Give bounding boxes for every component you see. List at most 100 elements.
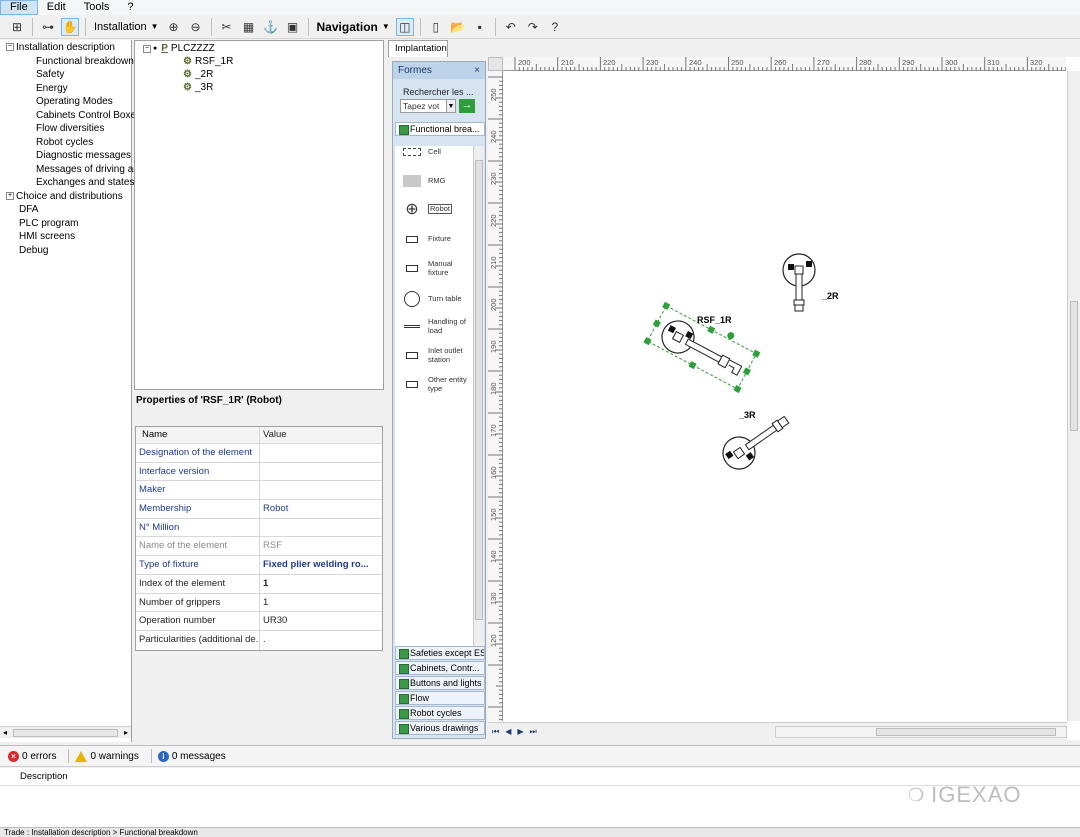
save-icon[interactable]: ▪ [471, 18, 489, 36]
column-header-value[interactable]: Value [260, 427, 382, 443]
stencil-functional-breakdown[interactable]: Functional brea... [395, 122, 485, 136]
expand-icon[interactable]: + [6, 191, 14, 200]
property-value[interactable] [260, 463, 382, 481]
first-page-icon[interactable]: ⏮ [492, 727, 499, 737]
layout-drawing[interactable]: _2R RSF_1R _3R [503, 71, 1066, 721]
tree-structure-icon[interactable]: ⊞ [8, 18, 26, 36]
tree-item-energy[interactable]: Energy [36, 83, 68, 95]
property-row[interactable]: Interface version [136, 462, 382, 482]
shape-list-scrollbar[interactable] [473, 146, 484, 650]
panel-layout-icon[interactable]: ◫ [395, 17, 414, 36]
property-value[interactable]: Fixed plier welding ro... [260, 556, 382, 574]
property-row[interactable]: Name of the element RSF [136, 537, 382, 557]
shape-item-rmg[interactable]: RMG [401, 175, 470, 187]
tree-item-robot-cycles[interactable]: Robot cycles [36, 137, 93, 149]
help-icon[interactable]: ? [546, 18, 564, 36]
robot-2r[interactable] [782, 253, 816, 312]
robot-3r[interactable] [717, 407, 796, 476]
stencil-buttons-lights[interactable]: Buttons and lights [395, 676, 485, 690]
anchor-icon[interactable]: ⚓ [262, 18, 280, 36]
navigation-label[interactable]: Navigation [317, 20, 378, 34]
chevron-down-icon[interactable]: ▼ [446, 99, 456, 113]
scrollbar-thumb[interactable] [875, 727, 1056, 736]
new-file-icon[interactable]: ▯ [427, 18, 445, 36]
tree-item-exchanges-states[interactable]: Exchanges and states [36, 177, 134, 189]
tab-implantation[interactable]: Implantation [388, 40, 448, 57]
property-value[interactable] [260, 481, 382, 499]
menu-help[interactable]: ? [118, 0, 142, 15]
tree-item-messages-driving[interactable]: Messages of driving as [36, 164, 138, 176]
stencil-safeties[interactable]: Safeties except ES [395, 646, 485, 660]
zoom-out-icon[interactable]: ⊖ [187, 18, 205, 36]
property-row[interactable]: Number of grippers 1 [136, 593, 382, 613]
property-value[interactable] [260, 444, 382, 462]
tree-node-rsf-1r[interactable]: ⚙ RSF_1R [183, 56, 233, 68]
messages-filter[interactable]: i0 messages [157, 750, 226, 762]
hierarchy-icon[interactable]: ⊶ [39, 18, 57, 36]
chevron-down-icon[interactable]: ▼ [151, 22, 159, 31]
tree-item-functional-breakdown[interactable]: Functional breakdown [36, 56, 134, 68]
shape-item-inlet-outlet[interactable]: Inlet outlet station [401, 346, 470, 364]
stencil-robot-cycles[interactable]: Robot cycles [395, 706, 485, 720]
tree-item-plc-program[interactable]: PLC program [19, 218, 78, 230]
shape-item-fixture[interactable]: Fixture [401, 234, 470, 244]
tree-item-flow-diversities[interactable]: Flow diversities [36, 123, 104, 135]
canvas-horizontal-scrollbar[interactable] [774, 725, 1067, 738]
robot-rsf-1r[interactable] [643, 298, 762, 394]
installation-label[interactable]: Installation [94, 21, 147, 33]
scroll-left-icon[interactable]: ◂ [3, 728, 7, 737]
collapse-icon[interactable]: − [143, 45, 151, 53]
stencil-flow[interactable]: Flow [395, 691, 485, 705]
tree-item-operating-modes[interactable]: Operating Modes [36, 96, 113, 108]
tree-item-installation-description[interactable]: − Installation description [6, 42, 115, 54]
menu-tools[interactable]: Tools [75, 0, 119, 15]
hand-icon[interactable]: ✋ [61, 17, 79, 36]
property-value[interactable] [260, 519, 382, 537]
tree-item-hmi-screens[interactable]: HMI screens [19, 231, 75, 243]
open-folder-icon[interactable]: 📂 [449, 18, 467, 36]
last-page-icon[interactable]: ⏭ [530, 727, 537, 737]
menu-edit[interactable]: Edit [38, 0, 75, 15]
previous-page-icon[interactable]: ◀ [505, 727, 511, 737]
errors-filter[interactable]: × 0 errors [8, 750, 56, 762]
scrollbar-thumb[interactable] [13, 728, 118, 737]
chevron-down-icon[interactable]: ▼ [382, 22, 390, 31]
tree-item-safety[interactable]: Safety [36, 69, 64, 81]
tree-item-debug[interactable]: Debug [19, 245, 48, 257]
property-row[interactable]: Maker [136, 481, 382, 501]
shape-item-robot[interactable]: ⊕ Robot [401, 199, 453, 219]
property-row[interactable]: Membership Robot [136, 500, 382, 519]
property-row[interactable]: Particularities (additional de.... [136, 630, 382, 650]
property-row[interactable]: Operation number UR30 [136, 612, 382, 631]
redo-icon[interactable]: ↷ [524, 18, 542, 36]
scrollbar-thumb[interactable] [475, 160, 483, 620]
left-horizontal-scrollbar[interactable]: ◂ ▸ [0, 726, 131, 738]
tree-node-root[interactable]: − ● P PLCZZZZ [143, 43, 215, 55]
property-row[interactable]: Designation of the element [136, 444, 382, 463]
shape-item-other-entity[interactable]: Other entity type [401, 375, 470, 393]
collapse-icon[interactable]: − [6, 43, 14, 52]
property-value[interactable]: 1 [260, 575, 382, 593]
shape-item-turn-table[interactable]: Turn table [401, 291, 470, 307]
shape-item-cell[interactable]: Cell [401, 147, 470, 157]
tree-item-diagnostic-messages[interactable]: Diagnostic messages [36, 150, 131, 162]
next-page-icon[interactable]: ▶ [517, 727, 523, 737]
tools-icon[interactable]: ✂ [218, 18, 236, 36]
close-icon[interactable]: × [474, 65, 480, 76]
screen-icon[interactable]: ▣ [284, 18, 302, 36]
menu-file[interactable]: File [0, 0, 38, 15]
property-row[interactable]: N° Million [136, 518, 382, 538]
property-value[interactable]: 1 [260, 594, 382, 612]
shape-item-manual-fixture[interactable]: Manual fixture [401, 259, 470, 277]
zoom-in-icon[interactable]: ⊕ [165, 18, 183, 36]
property-value-input[interactable]: UR30 [260, 612, 382, 630]
property-row[interactable]: Type of fixture Fixed plier welding ro... [136, 556, 382, 575]
tree-node-2r[interactable]: ⚙ _2R [183, 69, 213, 81]
property-row[interactable]: Index of the element 1 [136, 574, 382, 594]
stencil-cabinets[interactable]: Cabinets, Contr... [395, 661, 485, 675]
tree-item-choice-distributions[interactable]: + Choice and distributions [6, 191, 123, 203]
scroll-right-icon[interactable]: ▸ [124, 728, 128, 737]
canvas-vertical-scrollbar[interactable] [1067, 71, 1080, 721]
grid-icon[interactable]: ▦ [240, 18, 258, 36]
shape-item-handling-load[interactable]: Handling of load [401, 317, 470, 335]
